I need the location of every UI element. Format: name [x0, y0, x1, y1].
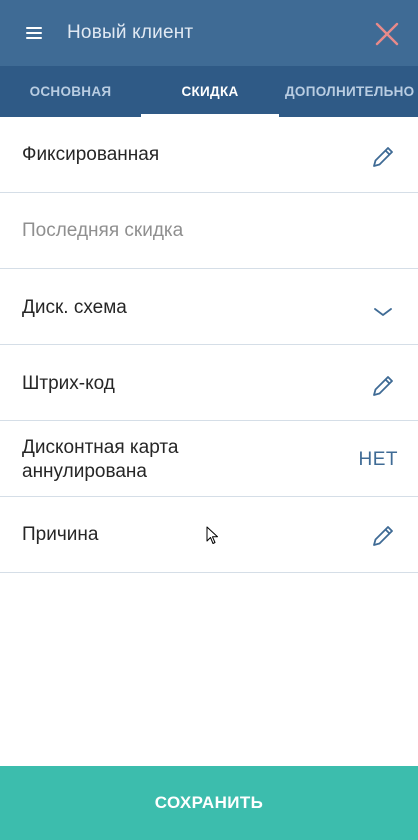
- fixed-discount-label: Фиксированная: [22, 144, 160, 165]
- close-icon[interactable]: [374, 21, 400, 47]
- last-discount-label: Последняя скидка: [22, 220, 184, 241]
- row-barcode[interactable]: Штрих-код: [0, 345, 418, 421]
- tab-bar: ОСНОВНАЯ СКИДКА ДОПОЛНИТЕЛЬНО: [0, 66, 418, 117]
- chevron-down-icon[interactable]: [370, 299, 396, 325]
- mouse-cursor-icon: [206, 526, 218, 544]
- save-button[interactable]: СОХРАНИТЬ: [0, 766, 418, 840]
- tab-discount[interactable]: СКИДКА: [141, 66, 279, 117]
- reason-label: Причина: [22, 524, 99, 545]
- discount-scheme-label: Диск. схема: [22, 297, 127, 318]
- row-card-cancelled[interactable]: Дисконтная карта аннулирована НЕТ: [0, 421, 418, 497]
- row-fixed-discount[interactable]: Фиксированная: [0, 117, 418, 193]
- page-title: Новый клиент: [67, 22, 194, 43]
- card-cancelled-value[interactable]: НЕТ: [359, 449, 399, 471]
- row-discount-scheme[interactable]: Диск. схема: [0, 269, 418, 345]
- row-last-discount: Последняя скидка: [0, 193, 418, 269]
- tab-main[interactable]: ОСНОВНАЯ: [0, 66, 141, 117]
- card-cancelled-label-line2: аннулирована: [22, 461, 147, 482]
- pencil-icon[interactable]: [370, 144, 396, 170]
- card-cancelled-label: Дисконтная карта аннулирована: [22, 436, 178, 484]
- tab-additional[interactable]: ДОПОЛНИТЕЛЬНО: [279, 66, 418, 117]
- pencil-icon[interactable]: [370, 523, 396, 549]
- app-bar: Новый клиент: [0, 0, 418, 66]
- pencil-icon[interactable]: [370, 373, 396, 399]
- card-cancelled-label-line1: Дисконтная карта: [22, 437, 179, 458]
- hamburger-menu-icon[interactable]: [26, 27, 42, 40]
- barcode-label: Штрих-код: [22, 373, 115, 394]
